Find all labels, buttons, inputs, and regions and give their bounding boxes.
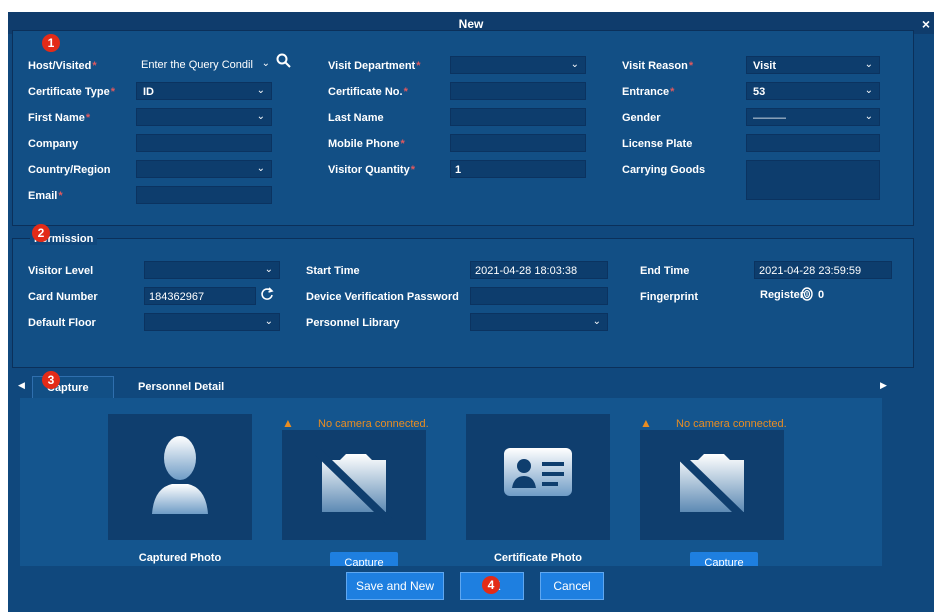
entrance-value: 53 <box>753 86 766 98</box>
email-input[interactable] <box>136 186 272 204</box>
default-floor-label: Default Floor <box>28 317 96 329</box>
certificate-type-label: Certificate Type* <box>28 86 115 98</box>
certificate-no-input[interactable] <box>450 82 586 100</box>
visit-department-label: Visit Department* <box>328 60 421 72</box>
callout-badge-3: 3 <box>42 371 60 389</box>
personnel-library-select[interactable]: ⌄ <box>470 313 608 331</box>
visit-department-select[interactable]: ⌄ <box>450 56 586 74</box>
license-plate-input[interactable] <box>746 134 880 152</box>
company-label: Company <box>28 138 79 150</box>
callout-badge-2: 2 <box>32 224 50 242</box>
tab-personnel-detail[interactable]: Personnel Detail <box>124 376 238 398</box>
visit-reason-value: Visit <box>753 60 777 72</box>
camera-off-icon <box>315 449 393 525</box>
mobile-phone-label: Mobile Phone* <box>328 138 405 150</box>
no-camera-warning: No camera connected. <box>676 418 787 430</box>
camera-preview-box <box>640 430 784 540</box>
certificate-photo-label: Certificate Photo <box>493 552 582 564</box>
chevron-down-icon: ⌄ <box>264 264 273 275</box>
certificate-photo-box <box>466 414 610 540</box>
visit-reason-select[interactable]: Visit ⌄ <box>746 56 880 74</box>
cancel-button[interactable]: Cancel <box>540 572 604 600</box>
country-region-label: Country/Region <box>28 164 111 176</box>
callout-badge-1: 1 <box>42 34 60 52</box>
visitor-quantity-value: 1 <box>455 164 462 176</box>
end-time-value: 2021-04-28 23:59:59 <box>759 265 862 277</box>
detail-tabs: ◀ Capture Personnel Detail ▶ <box>12 374 914 398</box>
tab-scroll-left-icon[interactable]: ◀ <box>18 380 25 391</box>
carrying-goods-label: Carrying Goods <box>622 164 706 176</box>
chevron-down-icon: ⌄ <box>264 316 273 327</box>
fingerprint-register-link[interactable]: Register <box>760 289 804 301</box>
chevron-down-icon: ⌄ <box>256 163 265 174</box>
camera-off-icon <box>673 449 751 525</box>
fingerprint-count: 0 <box>818 289 825 301</box>
warning-icon: ▲ <box>282 416 294 430</box>
chevron-down-icon: ⌄ <box>864 59 873 70</box>
email-label: Email* <box>28 190 63 202</box>
host-visited-label: Host/Visited* <box>28 60 97 72</box>
captured-photo-label: Captured Photo <box>138 552 222 564</box>
chevron-down-icon[interactable]: ⌄ <box>262 58 270 69</box>
refresh-icon[interactable] <box>260 287 274 304</box>
start-time-value: 2021-04-28 18:03:38 <box>475 265 578 277</box>
certificate-type-value: ID <box>143 86 154 98</box>
gender-label: Gender <box>622 112 661 124</box>
id-card-icon <box>504 448 572 496</box>
person-silhouette-icon <box>152 436 208 514</box>
dialog-title: New <box>458 17 484 31</box>
fingerprint-icon <box>800 287 814 304</box>
entrance-label: Entrance* <box>622 86 675 98</box>
carrying-goods-textarea[interactable] <box>746 160 880 200</box>
warning-icon: ▲ <box>640 416 652 430</box>
save-and-new-button[interactable]: Save and New <box>346 572 444 600</box>
visitor-level-label: Visitor Level <box>28 265 94 277</box>
camera-preview-box <box>282 430 426 540</box>
personnel-library-label: Personnel Library <box>306 317 400 329</box>
chevron-down-icon: ⌄ <box>570 59 579 70</box>
device-password-label: Device Verification Password <box>306 291 459 303</box>
host-visited-input[interactable]: Enter the Query Condil ⌄ <box>138 56 272 74</box>
chevron-down-icon: ⌄ <box>592 316 601 327</box>
first-name-select[interactable]: ⌄ <box>136 108 272 126</box>
fingerprint-label: Fingerprint <box>640 291 699 303</box>
captured-photo-box <box>108 414 252 540</box>
visit-reason-label: Visit Reason* <box>622 60 694 72</box>
end-time-input[interactable]: 2021-04-28 23:59:59 <box>754 261 892 279</box>
first-name-label: First Name* <box>28 112 91 124</box>
entrance-select[interactable]: 53 ⌄ <box>746 82 880 100</box>
certificate-type-select[interactable]: ID ⌄ <box>136 82 272 100</box>
license-plate-label: License Plate <box>622 138 693 150</box>
callout-badge-4: 4 <box>482 576 500 594</box>
start-time-input[interactable]: 2021-04-28 18:03:38 <box>470 261 608 279</box>
tab-scroll-right-icon[interactable]: ▶ <box>880 380 887 391</box>
last-name-input[interactable] <box>450 108 586 126</box>
host-visited-value: Enter the Query Condil <box>141 59 253 71</box>
card-number-input[interactable]: 184362967 <box>144 287 256 305</box>
visitor-quantity-label: Visitor Quantity* <box>328 164 415 176</box>
certificate-no-label: Certificate No.* <box>328 86 408 98</box>
start-time-label: Start Time <box>306 265 360 277</box>
gender-value: ——— <box>753 112 786 124</box>
chevron-down-icon: ⌄ <box>256 85 265 96</box>
chevron-down-icon: ⌄ <box>864 111 873 122</box>
no-camera-warning: No camera connected. <box>318 418 429 430</box>
search-icon[interactable] <box>276 53 292 72</box>
close-icon[interactable]: × <box>922 16 930 32</box>
gender-select[interactable]: ——— ⌄ <box>746 108 880 126</box>
last-name-label: Last Name <box>328 112 384 124</box>
chevron-down-icon: ⌄ <box>256 111 265 122</box>
country-region-select[interactable]: ⌄ <box>136 160 272 178</box>
device-password-input[interactable] <box>470 287 608 305</box>
default-floor-select[interactable]: ⌄ <box>144 313 280 331</box>
card-number-label: Card Number <box>28 291 98 303</box>
end-time-label: End Time <box>640 265 690 277</box>
mobile-phone-input[interactable] <box>450 134 586 152</box>
chevron-down-icon: ⌄ <box>864 85 873 96</box>
card-number-value: 184362967 <box>149 291 205 303</box>
visitor-quantity-input[interactable]: 1 <box>450 160 586 178</box>
visitor-level-select[interactable]: ⌄ <box>144 261 280 279</box>
company-input[interactable] <box>136 134 272 152</box>
